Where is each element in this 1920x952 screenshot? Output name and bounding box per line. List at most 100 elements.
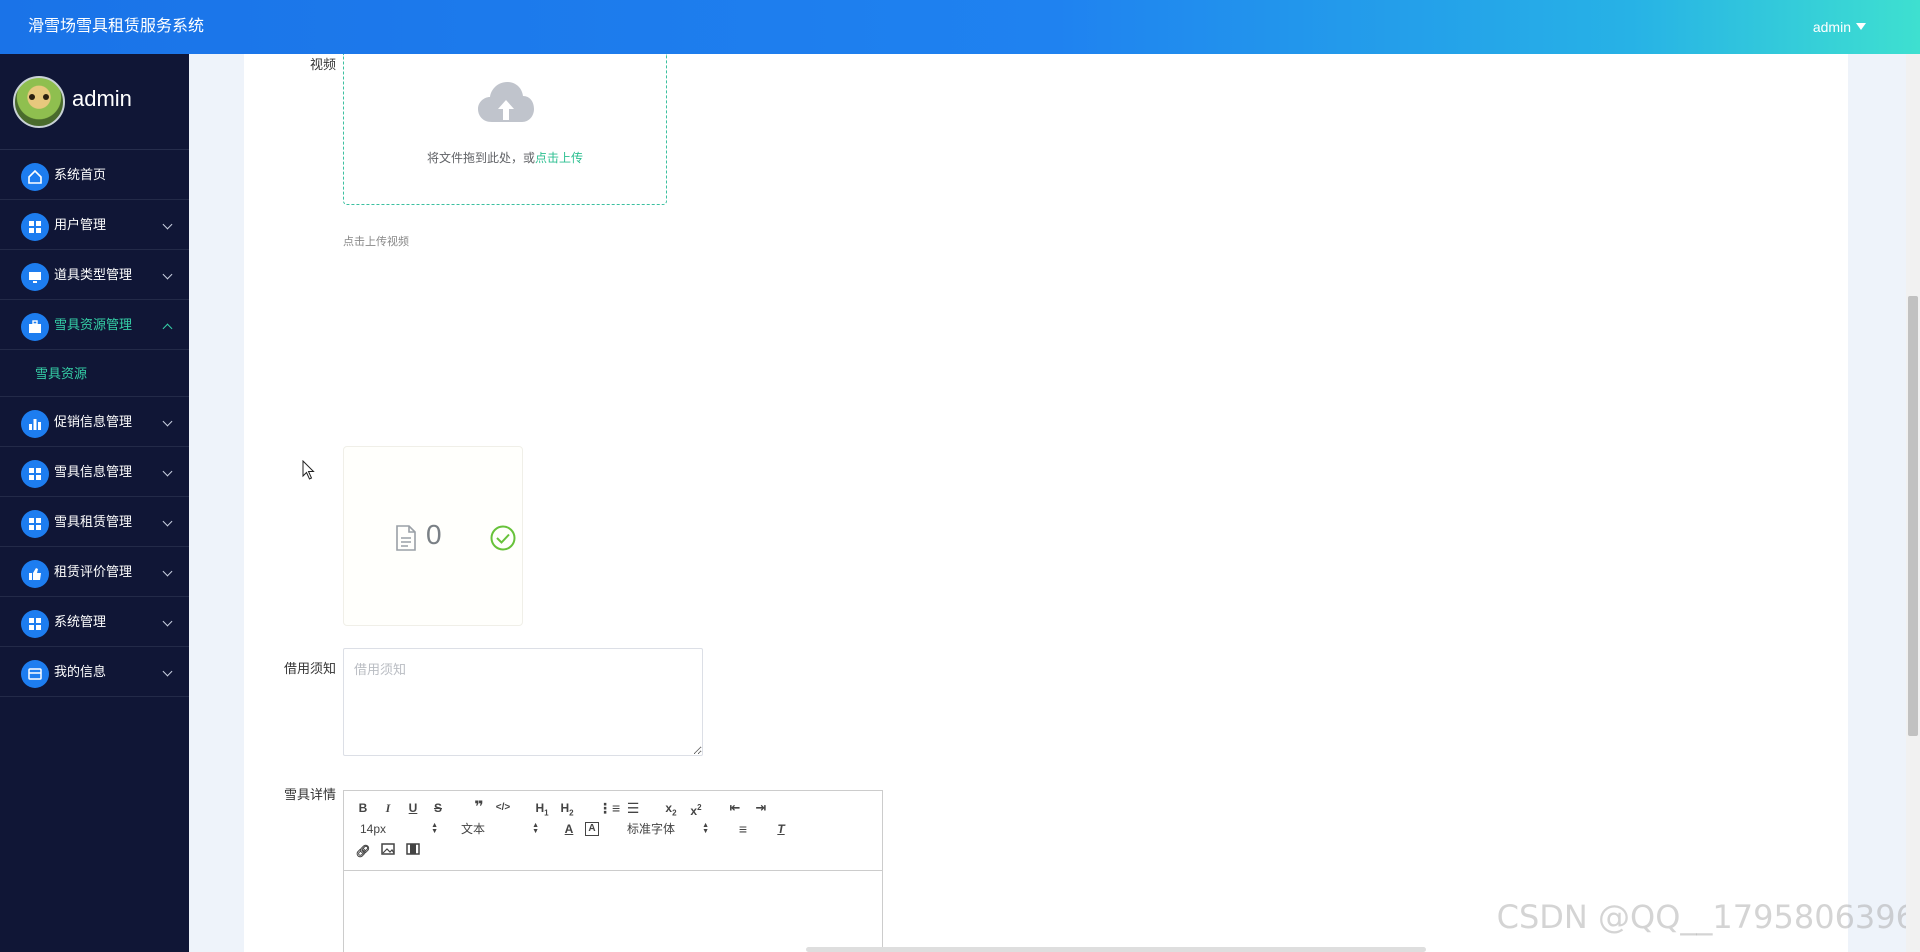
monitor-icon xyxy=(21,263,49,291)
chevron-down-icon xyxy=(162,616,173,627)
menu-item-7[interactable]: 租赁评价管理 xyxy=(0,547,189,597)
bar-chart-icon xyxy=(21,410,49,438)
upload-hint-text: 将文件拖到此处，或 xyxy=(426,151,535,165)
superscript-icon[interactable]: x2 xyxy=(687,799,705,818)
notice-label: 借用须知 xyxy=(283,661,336,676)
uploaded-file-card[interactable]: 0 xyxy=(343,446,523,626)
vertical-scrollbar[interactable] xyxy=(1906,54,1920,952)
grid-icon xyxy=(21,213,49,241)
menu-item-label: 雪具资源管理 xyxy=(54,317,133,332)
video-upload-dropzone[interactable]: 将文件拖到此处，或点击上传 xyxy=(343,54,667,205)
code-block-icon[interactable]: </> xyxy=(494,799,512,817)
chevron-up-icon xyxy=(162,323,173,334)
chevron-down-icon xyxy=(162,516,173,527)
profile-name: admin xyxy=(72,86,132,111)
card-icon xyxy=(21,660,49,688)
sidebar-profile: admin xyxy=(0,54,189,150)
underline-icon[interactable]: U xyxy=(404,799,422,817)
menu-item-5[interactable]: 雪具信息管理 xyxy=(0,447,189,497)
submenu-item-label: 雪具资源 xyxy=(35,366,88,381)
document-icon xyxy=(396,525,416,551)
mouse-cursor-icon xyxy=(302,460,315,480)
align-icon[interactable]: ≡ xyxy=(734,820,752,838)
menu-item-label: 道具类型管理 xyxy=(54,267,133,282)
menu-item-8[interactable]: 系统管理 xyxy=(0,597,189,647)
link-icon[interactable]: 🔗︎ xyxy=(354,842,372,860)
rich-text-editor: B I U S ❞ </> H1 H2 ⋮≡ ☰ x2 x2 ⇤ ⇥ 14px ▲… xyxy=(343,790,883,952)
caret-down-icon xyxy=(1856,23,1866,30)
font-size-select[interactable]: 14px ▲ ▼ xyxy=(360,820,438,838)
menu-item-3[interactable]: 雪具资源管理 xyxy=(0,300,189,350)
notice-textarea[interactable] xyxy=(343,648,703,756)
menu-item-4[interactable]: 促销信息管理 xyxy=(0,397,189,447)
sidebar-menu: 系统首页用户管理道具类型管理 雪具资源管理雪具资源促销信息管理 雪具信息管理 雪具租赁… xyxy=(0,150,189,697)
h2-icon[interactable]: H2 xyxy=(558,799,576,817)
watermark: CSDN @QQ__1795806396 xyxy=(1496,898,1916,936)
outdent-icon[interactable]: ⇤ xyxy=(726,799,744,817)
font-family-value: 标准字体 xyxy=(627,822,676,836)
h1-icon[interactable]: H1 xyxy=(533,799,551,817)
grid-icon xyxy=(21,610,49,638)
editor-toolbar: B I U S ❞ </> H1 H2 ⋮≡ ☰ x2 x2 ⇤ ⇥ 14px ▲… xyxy=(344,791,882,871)
click-upload-link[interactable]: 点击上传 xyxy=(535,151,583,165)
subscript-icon[interactable]: x2 xyxy=(662,799,680,817)
menu-item-6[interactable]: 雪具租赁管理 xyxy=(0,497,189,547)
italic-icon[interactable]: I xyxy=(379,799,397,817)
chevron-down-icon xyxy=(162,219,173,230)
thumb-icon xyxy=(21,560,49,588)
blockquote-icon[interactable]: ❞ xyxy=(470,799,488,817)
background-color-icon[interactable]: A xyxy=(585,822,599,836)
scrollbar-thumb[interactable] xyxy=(1908,296,1918,736)
system-title: 滑雪场雪具租赁服务系统 xyxy=(28,18,205,35)
grid-icon xyxy=(21,510,49,538)
sidebar: admin 系统首页用户管理道具类型管理 雪具资源管理雪具资源促销信息管理 雪具信息… xyxy=(0,54,189,952)
grid-icon xyxy=(21,460,49,488)
detail-label: 雪具详情 xyxy=(283,787,336,802)
menu-item-label: 我的信息 xyxy=(54,664,107,679)
menu-item-1[interactable]: 用户管理 xyxy=(0,200,189,250)
chevron-down-icon xyxy=(162,466,173,477)
menu-item-label: 系统管理 xyxy=(54,614,107,629)
menu-item-0[interactable]: 系统首页 xyxy=(0,150,189,200)
menu-item-label: 系统首页 xyxy=(54,167,107,182)
user-dropdown[interactable]: admin xyxy=(1813,0,1866,54)
briefcase-icon xyxy=(21,313,49,341)
chevron-down-icon xyxy=(162,416,173,427)
video-icon[interactable] xyxy=(404,842,422,860)
menu-item-label: 用户管理 xyxy=(54,217,107,232)
cloud-upload-icon xyxy=(478,82,534,122)
bold-icon[interactable]: B xyxy=(354,799,372,817)
font-color-icon[interactable]: A xyxy=(560,820,578,838)
clear-format-icon[interactable]: T xyxy=(772,820,790,838)
chevron-down-icon xyxy=(162,666,173,677)
menu-item-label: 雪具租赁管理 xyxy=(54,514,133,529)
ordered-list-icon[interactable]: ⋮≡ xyxy=(598,799,620,817)
bullet-list-icon[interactable]: ☰ xyxy=(624,799,642,817)
top-header: 滑雪场雪具租赁服务系统 admin xyxy=(0,0,1920,54)
check-circle-icon xyxy=(490,525,516,551)
font-size-value: 14px xyxy=(360,822,387,836)
chevron-down-icon xyxy=(162,566,173,577)
font-family-select[interactable]: 标准字体 ▲ ▼ xyxy=(627,820,709,838)
horizontal-scrollbar[interactable] xyxy=(806,947,1426,952)
menu-item-label: 雪具信息管理 xyxy=(54,464,133,479)
editor-content[interactable] xyxy=(344,871,882,952)
home-icon xyxy=(21,163,49,191)
user-name: admin xyxy=(1812,19,1851,35)
video-label: 视频 xyxy=(309,57,336,72)
file-count: 0 xyxy=(426,519,442,550)
indent-icon[interactable]: ⇥ xyxy=(752,799,770,817)
avatar xyxy=(13,76,65,128)
header-format-value: 文本 xyxy=(461,822,486,836)
menu-item-9[interactable]: 我的信息 xyxy=(0,647,189,697)
upload-hint: 将文件拖到此处，或点击上传 xyxy=(344,149,666,166)
menu-item-label: 租赁评价管理 xyxy=(54,564,133,579)
menu-item-label: 促销信息管理 xyxy=(54,414,133,429)
submenu-item-ski-resource[interactable]: 雪具资源 xyxy=(0,350,189,397)
strike-icon[interactable]: S xyxy=(429,799,447,817)
header-format-select[interactable]: 文本 ▲ ▼ xyxy=(461,820,539,838)
menu-item-2[interactable]: 道具类型管理 xyxy=(0,250,189,300)
image-icon[interactable] xyxy=(379,842,397,860)
chevron-down-icon xyxy=(162,269,173,280)
upload-tip: 点击上传视频 xyxy=(343,236,409,248)
